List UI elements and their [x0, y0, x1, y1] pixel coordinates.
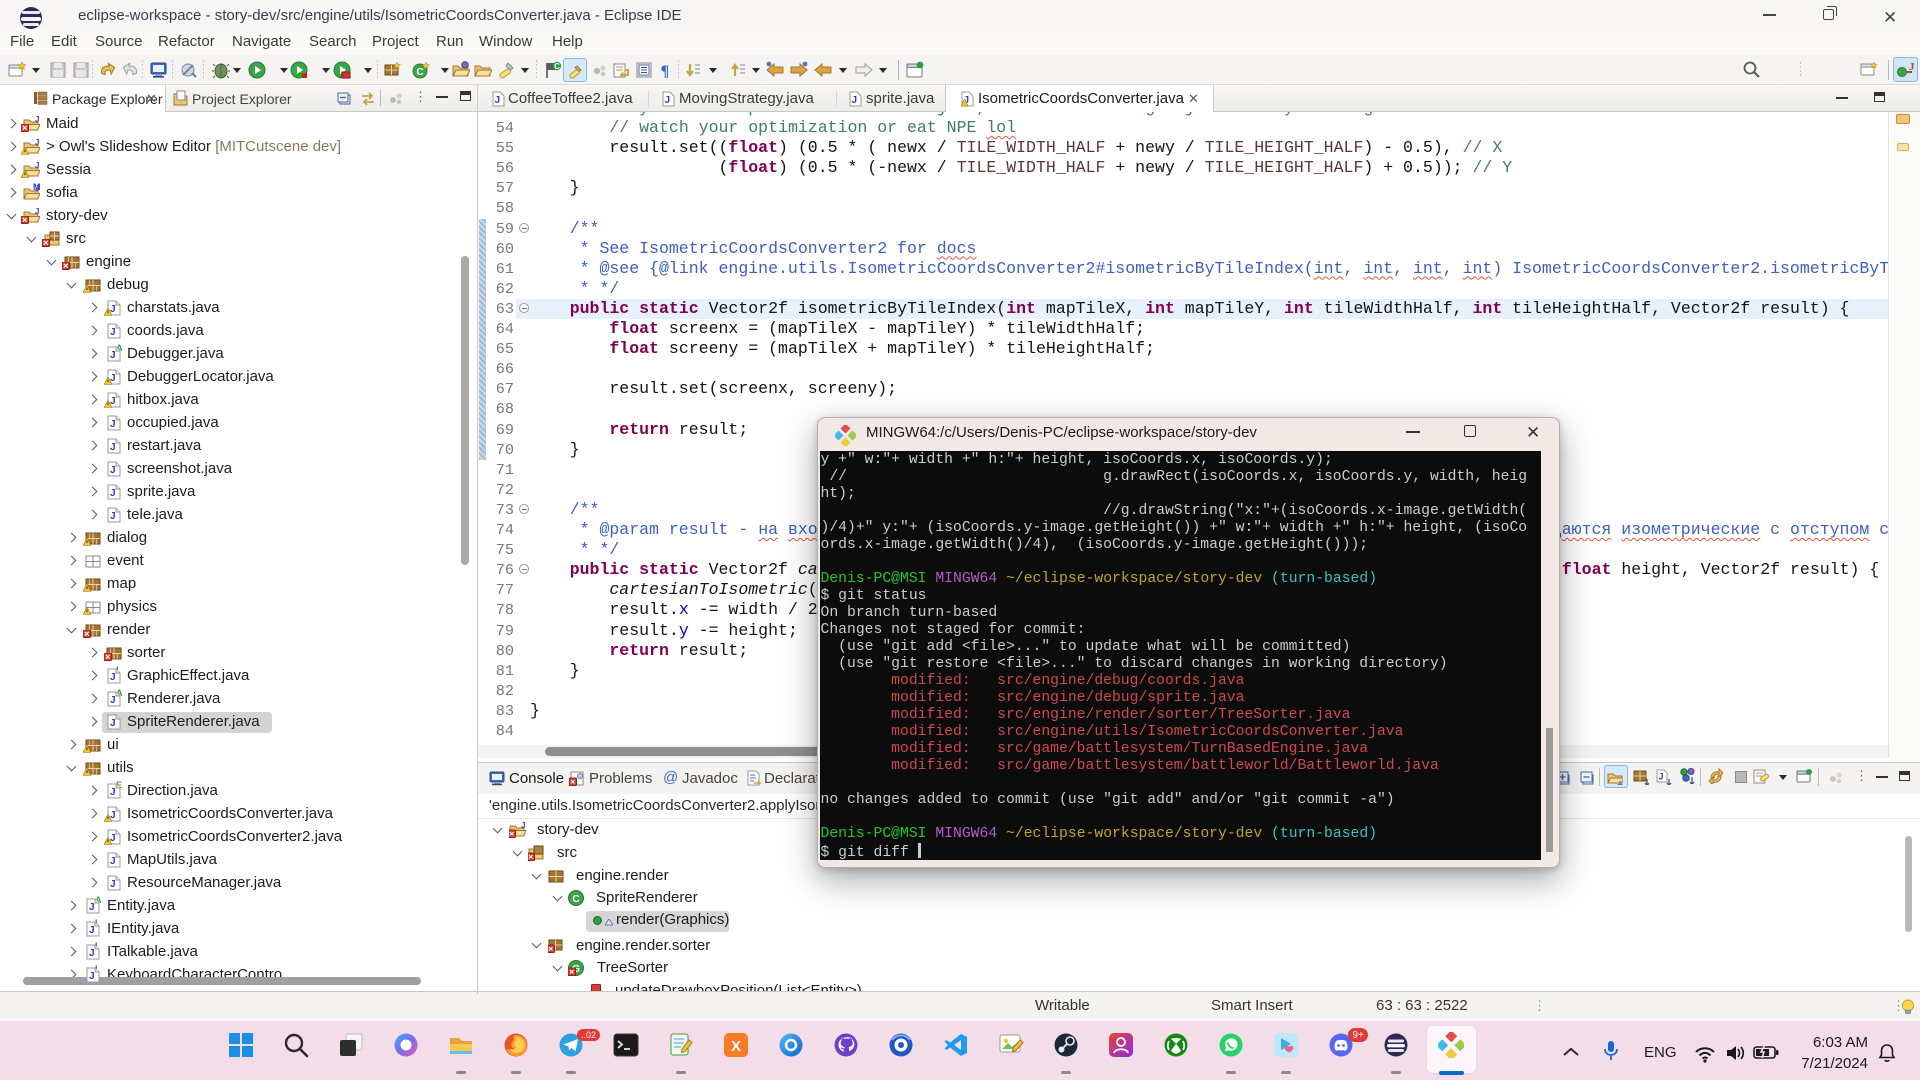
svg-text:C: C	[572, 893, 580, 905]
svg-text:J: J	[110, 442, 116, 453]
svg-text:J: J	[110, 718, 116, 729]
svg-text:J: J	[35, 116, 39, 124]
svg-text:J: J	[110, 511, 116, 522]
svg-text:J: J	[110, 856, 116, 867]
svg-text:J: J	[110, 672, 116, 683]
svg-text:J: J	[1659, 772, 1664, 782]
svg-text:J: J	[35, 185, 39, 193]
svg-text:J: J	[110, 695, 116, 706]
svg-text:J: J	[852, 95, 858, 106]
svg-text:C: C	[554, 62, 560, 71]
svg-text:J: J	[110, 465, 116, 476]
svg-text:J: J	[110, 350, 116, 361]
svg-text:J: J	[35, 208, 39, 216]
svg-text:¶: ¶	[661, 63, 670, 79]
svg-text:J: J	[89, 948, 95, 959]
svg-text:J: J	[110, 488, 116, 499]
svg-text:J: J	[89, 971, 95, 982]
svg-text:J: J	[89, 902, 95, 913]
svg-text:J: J	[89, 925, 95, 936]
svg-text:J: J	[110, 327, 116, 338]
svg-text:J: J	[495, 95, 501, 106]
svg-text:J: J	[110, 419, 116, 430]
svg-text:J: J	[665, 95, 671, 106]
svg-text:C: C	[416, 67, 423, 78]
svg-text:J: J	[110, 787, 116, 798]
svg-text:J: J	[35, 162, 39, 170]
svg-text:J: J	[521, 822, 525, 830]
svg-text:J: J	[35, 139, 39, 147]
svg-text:X: X	[731, 1038, 741, 1055]
svg-text:J: J	[110, 879, 116, 890]
